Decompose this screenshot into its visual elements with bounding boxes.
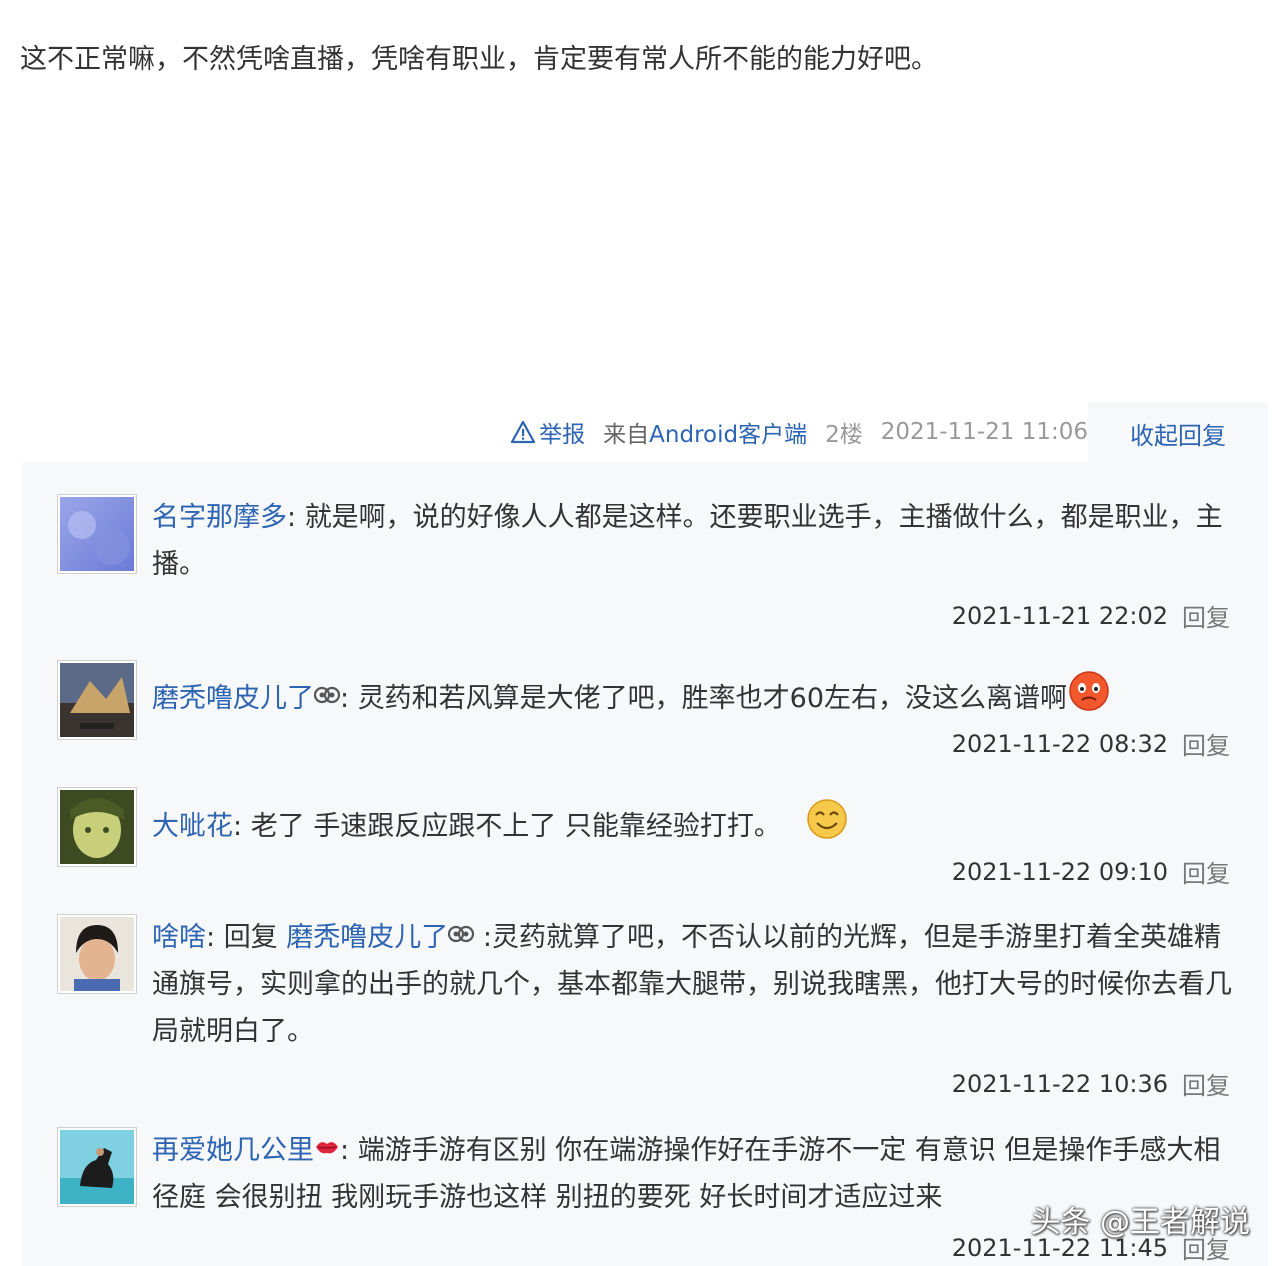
collapse-replies-button[interactable]: 收起回复 — [1088, 402, 1268, 464]
smile-face-emoji-icon — [807, 799, 848, 839]
post-time: 2021-11-21 11:06 — [880, 419, 1088, 445]
reply-button[interactable]: 回复 — [1182, 1066, 1230, 1101]
reply-meta: 2021-11-22 08:32 回复 — [952, 726, 1230, 761]
reply-button[interactable]: 回复 — [1182, 598, 1230, 633]
member-badge-icon — [314, 686, 340, 704]
reply-button[interactable]: 回复 — [1182, 854, 1230, 889]
reply-time: 2021-11-21 22:02 — [951, 601, 1168, 630]
reply-time: 2021-11-22 08:32 — [951, 729, 1168, 758]
reply-text: 啥啥: 回复 磨秃噜皮儿了 :灵药就算了吧，不否认以前的光辉，但是手游里打着全英… — [152, 922, 1232, 1047]
avatar-horse-sea-icon — [60, 1130, 134, 1204]
watermark: 头条 @王者解说 — [1030, 1205, 1250, 1240]
reply-list: 名字那摩多: 就是啊，说的好像人人都是这样。还要职业选手，主播做什么，都是职业，… — [22, 462, 1268, 1266]
reply-text: 名字那摩多: 就是啊，说的好像人人都是这样。还要职业选手，主播做什么，都是职业，… — [152, 502, 1223, 580]
reply-time: 2021-11-22 10:36 — [951, 1069, 1168, 1098]
avatar-child-photo-icon — [60, 917, 134, 991]
lips-badge-icon — [316, 1142, 338, 1154]
reply-prefix: 回复 — [223, 922, 278, 953]
report-label: 举报 — [539, 422, 586, 448]
reply-username[interactable]: 磨秃噜皮儿了 — [152, 683, 314, 714]
avatar[interactable] — [57, 494, 137, 574]
avatar[interactable] — [57, 914, 137, 994]
avatar-game-poster-icon — [60, 663, 134, 737]
reply-meta: 2021-11-22 10:36 回复 — [952, 1066, 1230, 1101]
angry-face-emoji-icon — [1069, 671, 1109, 711]
avatar-purple-abstract-icon — [60, 497, 134, 571]
member-badge-icon — [448, 925, 475, 943]
post-content: 这不正常嘛，不然凭啥直播，凭啥有职业，肯定要有常人所不能的能力好吧。 — [20, 44, 938, 75]
warning-icon — [511, 420, 536, 444]
post-tail: 举报 来自Android客户端 2楼 2021-11-21 11:06 — [0, 410, 1088, 454]
client-source[interactable]: 来自Android客户端 — [603, 415, 807, 449]
avatar[interactable] — [57, 660, 137, 740]
reply-content: 就是啊，说的好像人人都是这样。还要职业选手，主播做什么，都是职业，主播。 — [152, 502, 1223, 580]
avatar[interactable] — [57, 1127, 137, 1207]
client-prefix: 来自 — [603, 422, 650, 448]
reply-content: 老了 手速跟反应跟不上了 只能靠经验打打。 — [250, 811, 781, 842]
avatar[interactable] — [57, 787, 137, 867]
reply-meta: 2021-11-22 09:10 回复 — [952, 854, 1230, 889]
reply-username[interactable]: 大呲花 — [152, 811, 233, 842]
reply-time: 2021-11-22 09:10 — [951, 857, 1168, 886]
reply-meta: 2021-11-21 22:02 回复 — [952, 598, 1230, 633]
reply-username[interactable]: 啥啥 — [152, 922, 206, 953]
floor-number: 2楼 — [825, 422, 863, 448]
reply-content: 灵药和若风算是大佬了吧，胜率也才60左右，没这么离谱啊 — [357, 683, 1068, 714]
reply-button[interactable]: 回复 — [1182, 726, 1230, 761]
report-link[interactable]: 举报 — [511, 415, 585, 449]
reply-username[interactable]: 名字那摩多 — [152, 502, 287, 533]
reply-text: 大呲花: 老了 手速跟反应跟不上了 只能靠经验打打。 — [152, 797, 1232, 850]
reply-username[interactable]: 再爱她几公里 — [152, 1135, 314, 1166]
client-name: Android客户端 — [649, 422, 808, 448]
reply-to-username[interactable]: 磨秃噜皮儿了 — [286, 922, 448, 953]
avatar-green-face-icon — [60, 790, 134, 864]
reply-text: 磨秃噜皮儿了: 灵药和若风算是大佬了吧，胜率也才60左右，没这么离谱啊 — [152, 669, 1232, 722]
